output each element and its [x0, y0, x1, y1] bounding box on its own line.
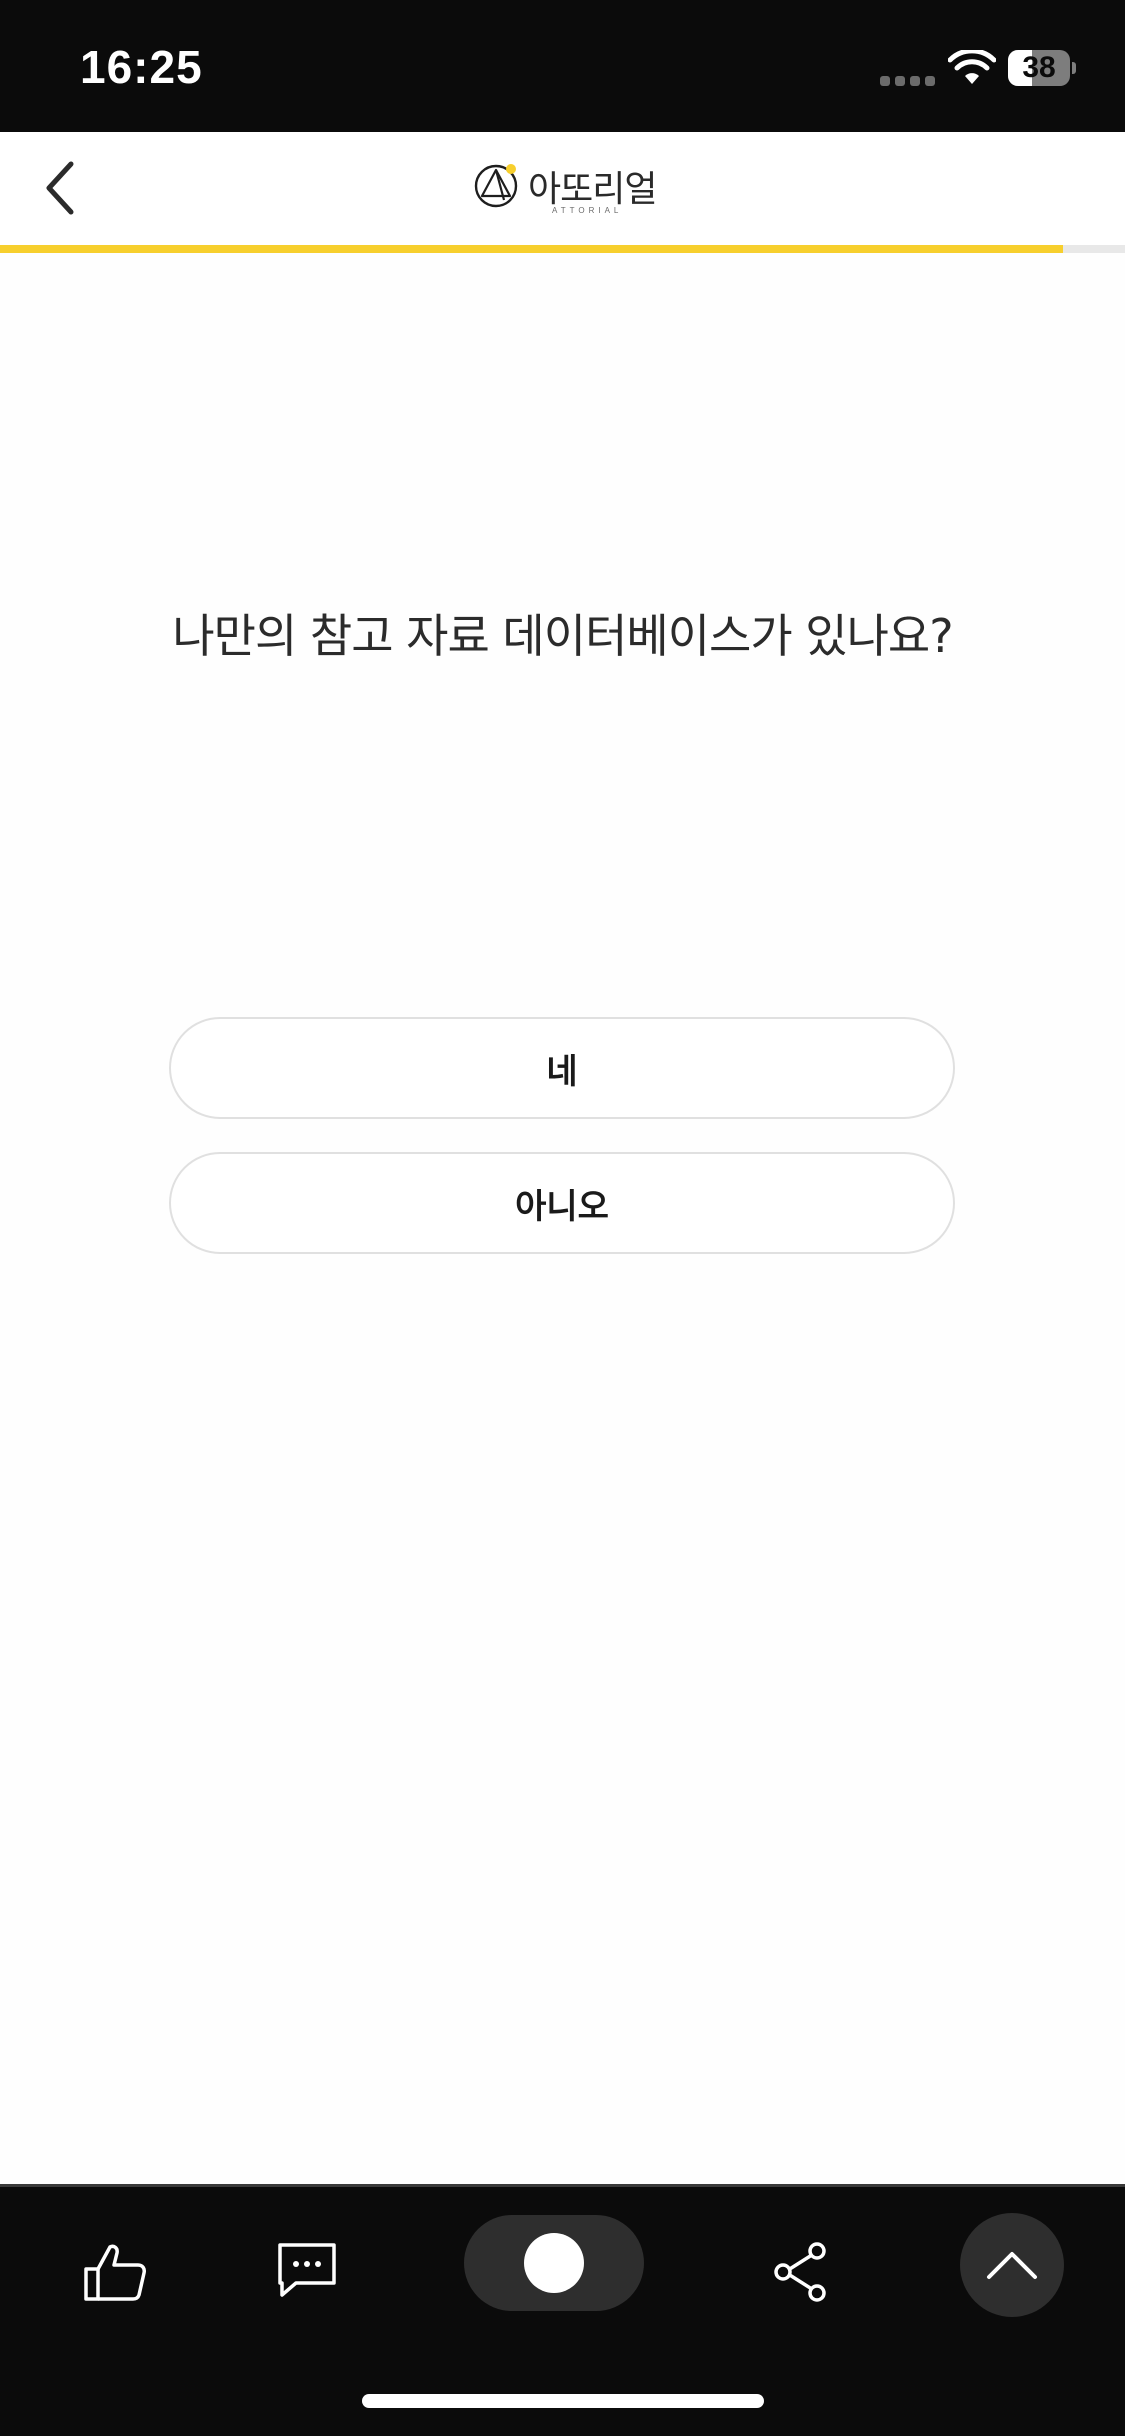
signal-dots-icon [880, 76, 936, 86]
logo-mark-icon [474, 164, 518, 208]
thumbs-up-icon [84, 2244, 146, 2301]
header: 아또리얼 ATTORIAL [0, 132, 1125, 246]
comment-icon [278, 2243, 336, 2297]
status-time: 16:25 [80, 41, 203, 93]
chevron-up-icon [987, 2252, 1037, 2279]
share-button[interactable] [756, 2227, 846, 2317]
progress-fill [0, 245, 1064, 253]
back-button[interactable] [30, 148, 90, 228]
logo: 아또리얼 ATTORIAL [472, 156, 662, 222]
home-indicator[interactable] [362, 2394, 764, 2408]
chevron-left-icon [46, 161, 74, 215]
question-text: 나만의 참고 자료 데이터베이스가 있나요? [172, 609, 953, 663]
battery-icon: 38 [1008, 50, 1076, 86]
logo-subtitle: ATTORIAL [552, 206, 623, 215]
logo-name: 아또리얼 [528, 169, 657, 210]
like-button[interactable] [70, 2227, 160, 2317]
scroll-top-button[interactable] [960, 2213, 1064, 2317]
status-bar: 16:25 38 [0, 0, 1125, 132]
progress-bar [0, 245, 1125, 253]
comment-button[interactable] [262, 2225, 352, 2315]
screen: 16:25 38 아또리얼 ATTORIAL 나만의 참고 자료 데이터베이스가… [0, 0, 1125, 2436]
battery-level: 38 [1022, 51, 1056, 84]
toggle-icon [524, 2233, 584, 2293]
option-no-button[interactable]: 아니오 [169, 1152, 955, 1254]
option-yes-button[interactable]: 네 [169, 1017, 955, 1119]
wifi-icon [948, 50, 996, 84]
share-icon [774, 2242, 826, 2302]
toggle-button[interactable] [464, 2215, 644, 2311]
